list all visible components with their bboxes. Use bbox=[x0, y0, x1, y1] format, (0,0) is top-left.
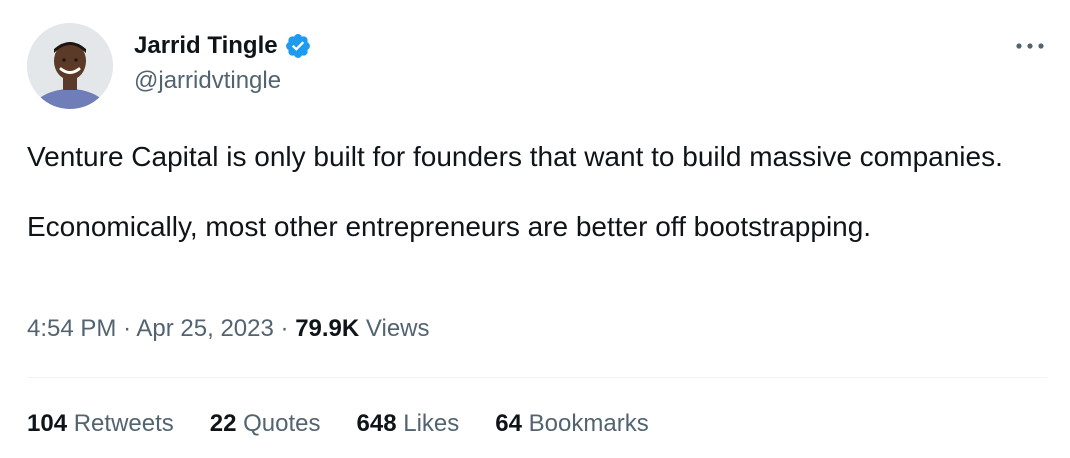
views-label: Views bbox=[365, 315, 430, 342]
retweets-label: Retweets bbox=[73, 410, 174, 437]
likes-stat[interactable]: 648 Likes bbox=[357, 408, 460, 440]
meta-separator: · bbox=[123, 315, 132, 342]
divider bbox=[27, 377, 1047, 378]
quotes-stat[interactable]: 22 Quotes bbox=[210, 408, 321, 440]
likes-label: Likes bbox=[403, 410, 460, 437]
tweet-paragraph: Economically, most other entrepreneurs a… bbox=[27, 211, 872, 242]
author-display-name[interactable]: Jarrid Tingle bbox=[134, 30, 278, 62]
bookmarks-count: 64 bbox=[495, 410, 522, 437]
retweets-stat[interactable]: 104 Retweets bbox=[27, 408, 174, 440]
bookmarks-stat[interactable]: 64 Bookmarks bbox=[495, 408, 648, 440]
views-count: 79.9K bbox=[295, 315, 360, 342]
tweet-paragraph: Venture Capital is only built for founde… bbox=[27, 141, 1003, 172]
tweet-meta: 4:54 PM · Apr 25, 2023 · 79.9K Views bbox=[27, 313, 430, 345]
tweet-time[interactable]: 4:54 PM bbox=[27, 315, 116, 342]
verified-badge-icon[interactable] bbox=[284, 32, 312, 60]
avatar-photo bbox=[27, 23, 113, 109]
more-horizontal-icon bbox=[1016, 43, 1044, 49]
quotes-label: Quotes bbox=[243, 410, 321, 437]
tweet-card: Jarrid Tingle @jarridvtingle Venture Cap… bbox=[0, 0, 1070, 458]
tweet-text: Venture Capital is only built for founde… bbox=[27, 140, 1037, 244]
author-row: Jarrid Tingle bbox=[134, 30, 312, 62]
engagement-stats: 104 Retweets 22 Quotes 648 Likes 64 Book… bbox=[27, 408, 649, 440]
more-options-button[interactable] bbox=[1008, 30, 1052, 62]
retweets-count: 104 bbox=[27, 410, 68, 437]
meta-separator: · bbox=[280, 315, 289, 342]
author-handle[interactable]: @jarridvtingle bbox=[134, 66, 281, 96]
likes-count: 648 bbox=[356, 410, 397, 437]
quotes-count: 22 bbox=[209, 410, 237, 437]
avatar[interactable] bbox=[27, 23, 113, 109]
bookmarks-label: Bookmarks bbox=[528, 410, 649, 437]
tweet-date[interactable]: Apr 25, 2023 bbox=[136, 315, 273, 342]
